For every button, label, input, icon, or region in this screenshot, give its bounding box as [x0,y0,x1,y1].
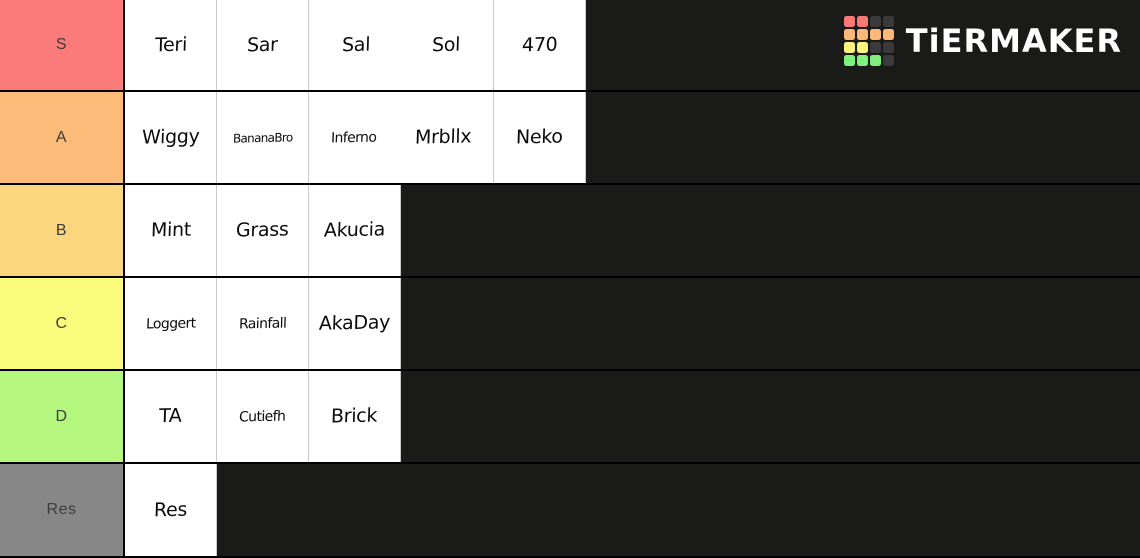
tier-item-cell[interactable]: Res [125,464,217,556]
tier-item-label[interactable]: Sar [247,33,278,56]
tier-row-empty-area[interactable] [401,371,1140,462]
tier-item-label[interactable]: Rainfall [239,315,287,332]
tier-item-cell[interactable]: Cutiefh [217,371,309,462]
tier-item-cell[interactable]: AkaDay [309,278,401,369]
tier-row: Res Res [0,464,1140,558]
tier-item-label[interactable]: AkaDay [319,311,391,334]
tier-item-label[interactable]: TA [159,405,182,427]
tier-row-empty-area[interactable] [217,464,1140,556]
tier-item-cell[interactable]: Neko [494,92,586,183]
tier-label-a[interactable]: A [0,92,125,183]
tier-item-label[interactable]: Sal [342,33,371,56]
tier-item-label[interactable]: BananaBro [233,130,293,145]
tier-item-label[interactable]: Teri [154,33,187,56]
tier-row: A Wiggy BananaBro Inferno Mrbllx Neko [0,92,1140,185]
tier-item-cell[interactable]: BananaBro [217,92,309,183]
tier-items-container: TA Cutiefh Brick [125,371,1140,462]
tier-row-empty-area[interactable] [401,185,1140,276]
tier-item-label[interactable]: Mint [150,219,191,242]
tier-item-label[interactable]: 470 [521,33,557,56]
tier-list-board: S Teri Sar Sal Sol 470 A Wiggy BananaBro Inferno M… [0,0,1140,558]
tier-item-cell[interactable]: Brick [309,371,401,462]
tier-row-empty-area[interactable] [586,0,1140,90]
tier-item-cell[interactable]: Mint [125,185,217,276]
tier-item-cell[interactable]: 470 [494,0,586,90]
tier-item-label[interactable]: Wiggy [141,125,199,148]
tier-row: S Teri Sar Sal Sol 470 [0,0,1140,92]
tier-item-label[interactable]: Mrbllx [415,125,472,148]
tier-label-res[interactable]: Res [0,464,125,556]
tier-label-c[interactable]: C [0,278,125,369]
tier-label-d[interactable]: D [0,371,125,462]
tier-item-cell[interactable]: Akucia [309,185,401,276]
tier-item-cell[interactable]: Sal Sol [309,0,494,90]
tier-items-container: Mint Grass Akucia [125,185,1140,276]
tier-item-cell[interactable]: Loggert [125,278,217,369]
tier-items-container: Teri Sar Sal Sol 470 [125,0,1140,90]
tier-item-cell[interactable]: TA [125,371,217,462]
tier-items-container: Wiggy BananaBro Inferno Mrbllx Neko [125,92,1140,183]
tier-row: B Mint Grass Akucia [0,185,1140,278]
tier-item-cell[interactable]: Teri [125,0,217,90]
tier-item-label[interactable]: Brick [331,405,378,428]
tier-item-cell[interactable]: Sar [217,0,309,90]
tier-row-empty-area[interactable] [586,92,1140,183]
tier-row: C Loggert Rainfall AkaDay [0,278,1140,371]
tier-item-label[interactable]: Inferno [330,129,376,146]
tier-label-b[interactable]: B [0,185,125,276]
tier-item-label[interactable]: Loggert [145,315,195,332]
tier-items-container: Loggert Rainfall AkaDay [125,278,1140,369]
tier-item-label[interactable]: Grass [236,218,289,241]
tier-item-cell[interactable]: Grass [217,185,309,276]
tier-item-label[interactable]: Sol [432,33,461,56]
tier-row-empty-area[interactable] [401,278,1140,369]
tier-item-label[interactable]: Akucia [324,218,386,241]
tier-label-s[interactable]: S [0,0,125,90]
tier-item-label[interactable]: Cutiefh [239,408,286,425]
tier-row: D TA Cutiefh Brick [0,371,1140,464]
tier-item-cell[interactable]: Wiggy [125,92,217,183]
tier-item-cell[interactable]: Inferno Mrbllx [309,92,494,183]
tier-items-container: Res [125,464,1140,556]
tier-item-cell[interactable]: Rainfall [217,278,309,369]
tier-item-label[interactable]: Res [154,498,188,521]
tier-item-label[interactable]: Neko [516,126,563,149]
